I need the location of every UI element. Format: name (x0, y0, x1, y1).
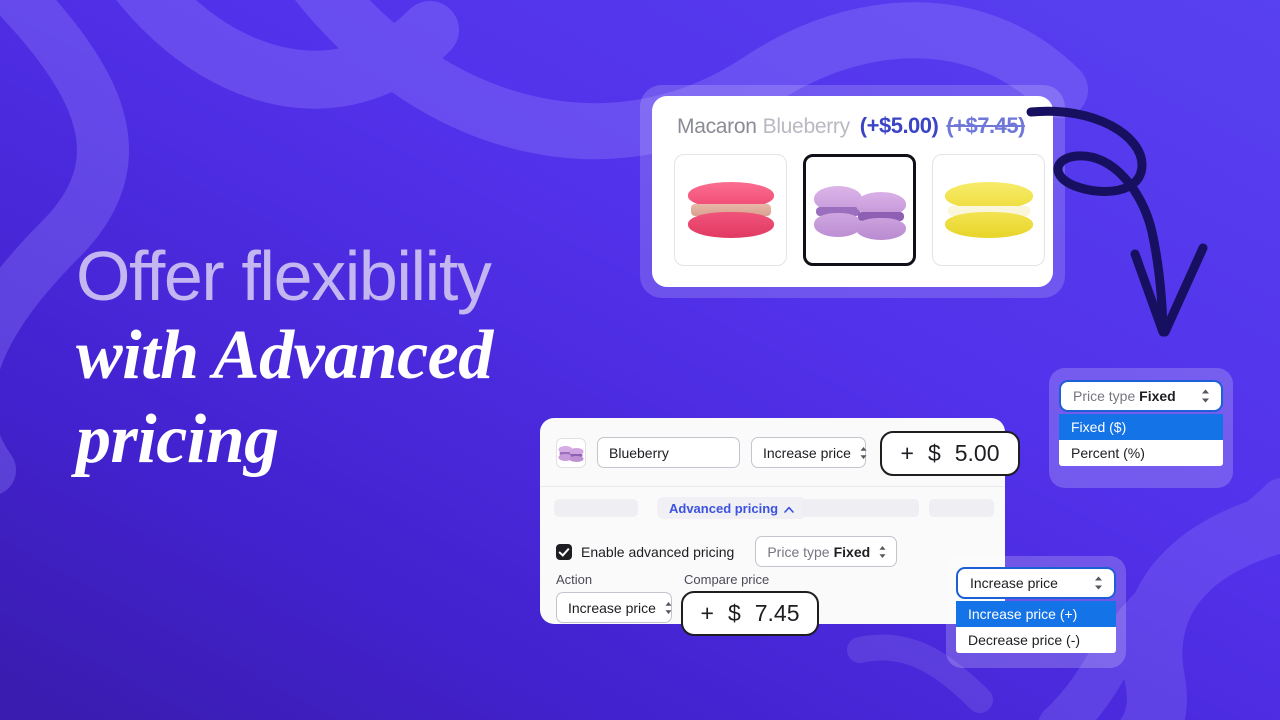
compare-price-value: 7.45 (754, 600, 800, 626)
headline-line-1: Offer flexibility (76, 237, 492, 315)
variant-name-input[interactable]: Blueberry (597, 437, 740, 468)
macaron-purple-thumb-icon (558, 445, 584, 462)
placeholder-bar-row: Advanced pricing (554, 497, 994, 519)
chevron-updown-icon (859, 446, 868, 460)
price-type-select-value: Fixed (1139, 388, 1176, 404)
macaron-yellow-icon (944, 182, 1033, 238)
price-type-select-label: Price type (1073, 388, 1136, 404)
advanced-pricing-link[interactable]: Advanced pricing (657, 497, 807, 519)
advanced-pricing-link-label: Advanced pricing (669, 500, 779, 516)
action-option-list: Increase price (+) Decrease price (-) (956, 601, 1116, 653)
compare-price-field-label: Compare price (684, 572, 770, 587)
compare-price-field[interactable]: + $ 7.45 (681, 591, 819, 636)
action-select-value: Increase price (970, 575, 1058, 591)
chevron-updown-icon (664, 601, 673, 615)
action-option-decrease[interactable]: Decrease price (-) (956, 627, 1116, 653)
curly-arrow-icon (1026, 106, 1208, 337)
macaron-purple-icon (813, 182, 906, 240)
compare-price-currency: $ (727, 600, 741, 626)
price-type-inline-value: Fixed (833, 543, 871, 560)
product-title-row: Macaron Blueberry (+$5.00) (+$7.45) (677, 113, 1025, 139)
placeholder-bar-3 (929, 499, 994, 517)
product-card-frame: Macaron Blueberry (+$5.00) (+$7.45) (640, 85, 1065, 298)
variant-swatch-raspberry[interactable] (674, 154, 787, 266)
price-type-inline-label: Price type (767, 543, 830, 560)
product-variant-name: Blueberry (762, 115, 850, 138)
macaron-pink-icon (687, 182, 774, 238)
chevron-updown-icon (1093, 575, 1104, 591)
action-select-inline-value: Increase price (763, 444, 851, 461)
product-compare-delta: (+$7.45) (946, 113, 1025, 138)
product-card: Macaron Blueberry (+$5.00) (+$7.45) (652, 96, 1053, 287)
price-type-select[interactable]: Price type Fixed (1059, 380, 1223, 412)
price-type-option-list: Fixed ($) Percent (%) (1059, 414, 1223, 466)
action-option-increase[interactable]: Increase price (+) (956, 601, 1116, 627)
enable-advanced-pricing-label: Enable advanced pricing (581, 543, 735, 560)
action-field-select[interactable]: Increase price (556, 592, 672, 623)
variant-row: Blueberry Increase price (556, 437, 868, 468)
action-field-label: Action (556, 572, 593, 587)
price-sign: + (900, 440, 914, 466)
action-select-inline[interactable]: Increase price (751, 437, 868, 468)
enable-advanced-pricing-checkbox[interactable] (556, 543, 572, 560)
pricing-panel: Blueberry Increase price + $ 5.00 Advanc… (540, 418, 1020, 636)
enable-advanced-pricing-row: Enable advanced pricing Price type Fixed (556, 536, 898, 567)
chevron-up-icon (784, 501, 794, 516)
compare-price-sign: + (700, 600, 714, 626)
price-currency: $ (927, 440, 941, 466)
price-value: 5.00 (954, 440, 1000, 466)
product-price-delta: (+$5.00) (859, 113, 939, 138)
price-type-dropdown-overlay: Price type Fixed Fixed ($) Percent (%) (1049, 368, 1233, 488)
chevron-updown-icon (1200, 388, 1211, 404)
placeholder-bar-2 (801, 499, 919, 517)
price-type-option-fixed[interactable]: Fixed ($) (1059, 414, 1223, 440)
chevron-updown-icon (878, 545, 887, 559)
product-name: Macaron (677, 115, 757, 138)
action-field-value: Increase price (568, 599, 656, 616)
price-type-option-percent[interactable]: Percent (%) (1059, 440, 1223, 466)
variant-swatch-row (674, 154, 1045, 266)
price-amount-field[interactable]: + $ 5.00 (880, 431, 1020, 476)
variant-swatch-blueberry[interactable] (803, 154, 916, 266)
action-dropdown-overlay: Increase price Increase price (+) Decrea… (946, 556, 1126, 668)
panel-divider (540, 486, 1005, 487)
price-type-select-inline[interactable]: Price type Fixed (755, 536, 898, 567)
variant-thumbnail (556, 437, 586, 468)
placeholder-bar-1 (554, 499, 638, 517)
headline-line-2: with Advanced (76, 317, 493, 394)
action-select[interactable]: Increase price (956, 567, 1116, 599)
